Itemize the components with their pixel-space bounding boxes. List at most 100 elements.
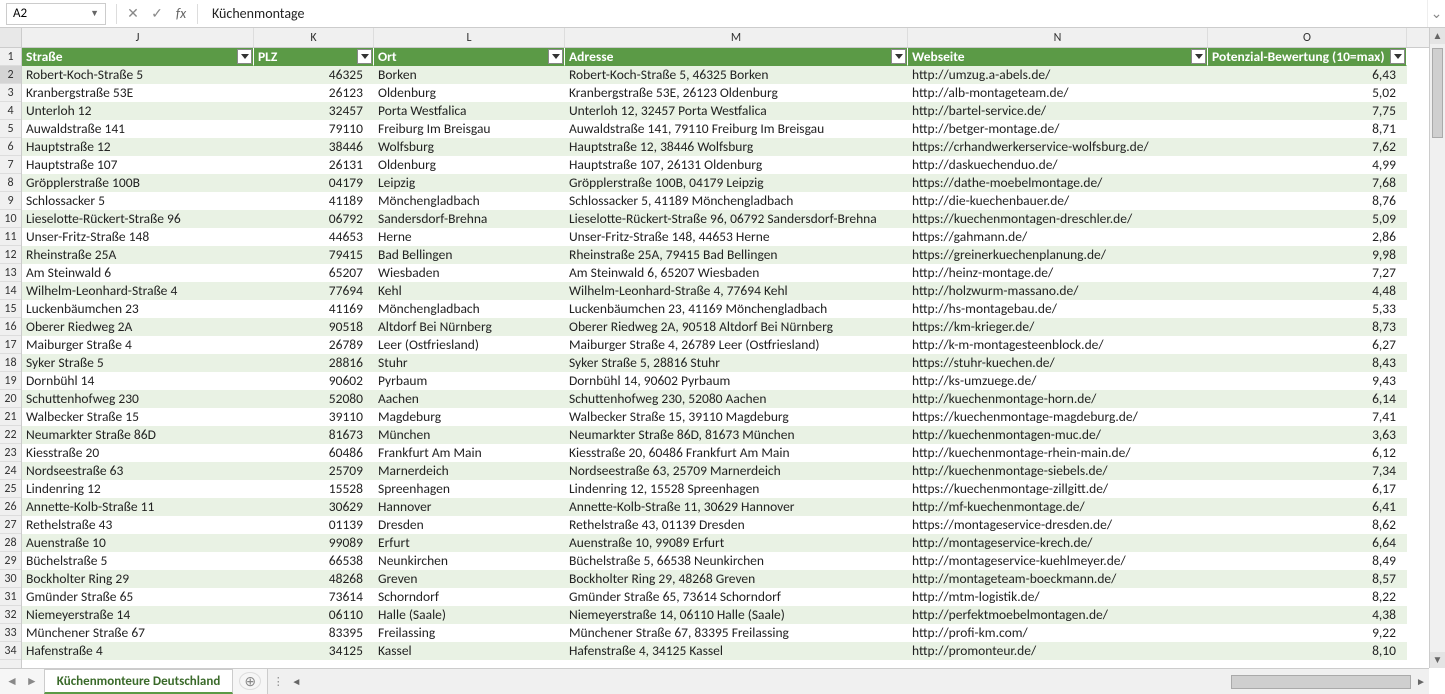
cell[interactable]: 4,48 xyxy=(1208,282,1407,300)
cell[interactable]: Büchelstraße 5 xyxy=(22,552,254,570)
cell[interactable]: 26123 xyxy=(254,84,374,102)
cell[interactable]: Mönchengladbach xyxy=(374,300,565,318)
row-header[interactable]: 31 xyxy=(0,588,21,606)
cell[interactable]: Niemeyerstraße 14, 06110 Halle (Saale) xyxy=(565,606,908,624)
cell[interactable]: https://greinerkuechenplanung.de/ xyxy=(908,246,1208,264)
scroll-left-icon[interactable]: ◄ xyxy=(288,675,304,688)
filter-dropdown-icon[interactable] xyxy=(1191,49,1206,64)
cell[interactable]: Annette-Kolb-Straße 11, 30629 Hannover xyxy=(565,498,908,516)
row-header[interactable]: 11 xyxy=(0,228,21,246)
filter-dropdown-icon[interactable] xyxy=(237,49,252,64)
scroll-up-icon[interactable]: ▲ xyxy=(1430,28,1445,44)
cell[interactable]: Schlossacker 5, 41189 Mönchengladbach xyxy=(565,192,908,210)
row-header[interactable]: 34 xyxy=(0,642,21,660)
cell[interactable]: 9,43 xyxy=(1208,372,1407,390)
cell[interactable]: Kassel xyxy=(374,642,565,660)
row-header[interactable]: 3 xyxy=(0,84,21,102)
cancel-icon[interactable]: ✕ xyxy=(121,5,145,22)
cell[interactable]: Hauptstraße 107 xyxy=(22,156,254,174)
cell[interactable]: 6,17 xyxy=(1208,480,1407,498)
scroll-down-icon[interactable]: ▼ xyxy=(1430,652,1445,668)
cell[interactable]: Hauptstraße 12, 38446 Wolfsburg xyxy=(565,138,908,156)
cell[interactable]: Sandersdorf-Brehna xyxy=(374,210,565,228)
cell[interactable]: 7,62 xyxy=(1208,138,1407,156)
cell[interactable]: http://montageservice-kuehlmeyer.de/ xyxy=(908,552,1208,570)
row-header[interactable]: 26 xyxy=(0,498,21,516)
cell[interactable]: Neumarkter Straße 86D xyxy=(22,426,254,444)
name-box[interactable]: A2 ▼ xyxy=(6,3,106,25)
cell[interactable]: http://bartel-service.de/ xyxy=(908,102,1208,120)
cell[interactable]: 6,43 xyxy=(1208,66,1407,84)
cell[interactable]: 4,99 xyxy=(1208,156,1407,174)
table-header-cell[interactable]: Potenzial-Bewertung (10=max) xyxy=(1208,48,1407,66)
cell[interactable]: 30629 xyxy=(254,498,374,516)
cell[interactable]: Freilassing xyxy=(374,624,565,642)
cell[interactable]: https://crhandwerkerservice-wolfsburg.de… xyxy=(908,138,1208,156)
chevron-down-icon[interactable]: ▼ xyxy=(90,8,99,19)
cell[interactable]: http://kuechenmontagen-muc.de/ xyxy=(908,426,1208,444)
cell[interactable]: Kranbergstraße 53E, 26123 Oldenburg xyxy=(565,84,908,102)
cell[interactable]: 79415 xyxy=(254,246,374,264)
cell[interactable]: 90602 xyxy=(254,372,374,390)
cell[interactable]: 7,68 xyxy=(1208,174,1407,192)
cell[interactable]: Kehl xyxy=(374,282,565,300)
horizontal-scrollbar[interactable]: ⋮ ◄ ► xyxy=(267,669,1429,694)
cell[interactable]: 46325 xyxy=(254,66,374,84)
cell[interactable]: 5,33 xyxy=(1208,300,1407,318)
cell[interactable]: Walbecker Straße 15, 39110 Magdeburg xyxy=(565,408,908,426)
cell[interactable]: http://kuechenmontage-horn.de/ xyxy=(908,390,1208,408)
row-header[interactable]: 24 xyxy=(0,462,21,480)
cell[interactable]: http://k-m-montagesteenblock.de/ xyxy=(908,336,1208,354)
cell[interactable]: Am Steinwald 6, 65207 Wiesbaden xyxy=(565,264,908,282)
cell[interactable]: Dornbühl 14, 90602 Pyrbaum xyxy=(565,372,908,390)
cell[interactable]: Altdorf Bei Nürnberg xyxy=(374,318,565,336)
cell[interactable]: http://holzwurm-massano.de/ xyxy=(908,282,1208,300)
tab-first-icon[interactable]: ◄ xyxy=(6,674,18,689)
row-header[interactable]: 27 xyxy=(0,516,21,534)
cell[interactable]: Rheinstraße 25A xyxy=(22,246,254,264)
cell[interactable]: 6,14 xyxy=(1208,390,1407,408)
cell[interactable]: Marnerdeich xyxy=(374,462,565,480)
cell[interactable]: Leipzig xyxy=(374,174,565,192)
cell[interactable]: Halle (Saale) xyxy=(374,606,565,624)
cell[interactable]: Frankfurt Am Main xyxy=(374,444,565,462)
cell[interactable]: 8,76 xyxy=(1208,192,1407,210)
cell[interactable]: Annette-Kolb-Straße 11 xyxy=(22,498,254,516)
column-header-K[interactable]: K xyxy=(254,28,374,47)
row-header[interactable]: 28 xyxy=(0,534,21,552)
cell[interactable]: http://hs-montagebau.de/ xyxy=(908,300,1208,318)
cell[interactable]: https://montageservice-dresden.de/ xyxy=(908,516,1208,534)
cell[interactable]: 66538 xyxy=(254,552,374,570)
cell[interactable]: Auenstraße 10, 99089 Erfurt xyxy=(565,534,908,552)
cell[interactable]: Dresden xyxy=(374,516,565,534)
cell[interactable]: Nordseestraße 63 xyxy=(22,462,254,480)
cell[interactable]: Niemeyerstraße 14 xyxy=(22,606,254,624)
row-header[interactable]: 6 xyxy=(0,138,21,156)
cell[interactable]: 04179 xyxy=(254,174,374,192)
cell[interactable]: Rethelstraße 43 xyxy=(22,516,254,534)
cell[interactable]: 44653 xyxy=(254,228,374,246)
cell[interactable]: Hannover xyxy=(374,498,565,516)
cell[interactable]: Hafenstraße 4, 34125 Kassel xyxy=(565,642,908,660)
cell[interactable]: Nordseestraße 63, 25709 Marnerdeich xyxy=(565,462,908,480)
row-header[interactable]: 16 xyxy=(0,318,21,336)
expand-formula-icon[interactable]: ⌄ xyxy=(1427,0,1445,27)
row-header[interactable]: 18 xyxy=(0,354,21,372)
cell[interactable]: Oldenburg xyxy=(374,84,565,102)
fx-icon[interactable]: fx xyxy=(169,5,193,22)
cell[interactable]: Bockholter Ring 29 xyxy=(22,570,254,588)
confirm-icon[interactable]: ✓ xyxy=(145,5,169,22)
cell[interactable]: http://heinz-montage.de/ xyxy=(908,264,1208,282)
cell[interactable]: Gmünder Straße 65 xyxy=(22,588,254,606)
filter-dropdown-icon[interactable] xyxy=(548,49,563,64)
cell[interactable]: Pyrbaum xyxy=(374,372,565,390)
cell[interactable]: 8,62 xyxy=(1208,516,1407,534)
filter-dropdown-icon[interactable] xyxy=(357,49,372,64)
cell[interactable]: Mönchengladbach xyxy=(374,192,565,210)
row-header[interactable]: 20 xyxy=(0,390,21,408)
cell[interactable]: 6,12 xyxy=(1208,444,1407,462)
column-header-M[interactable]: M xyxy=(565,28,908,47)
cell[interactable]: Kiesstraße 20 xyxy=(22,444,254,462)
cell[interactable]: Freiburg Im Breisgau xyxy=(374,120,565,138)
cell[interactable]: Auenstraße 10 xyxy=(22,534,254,552)
